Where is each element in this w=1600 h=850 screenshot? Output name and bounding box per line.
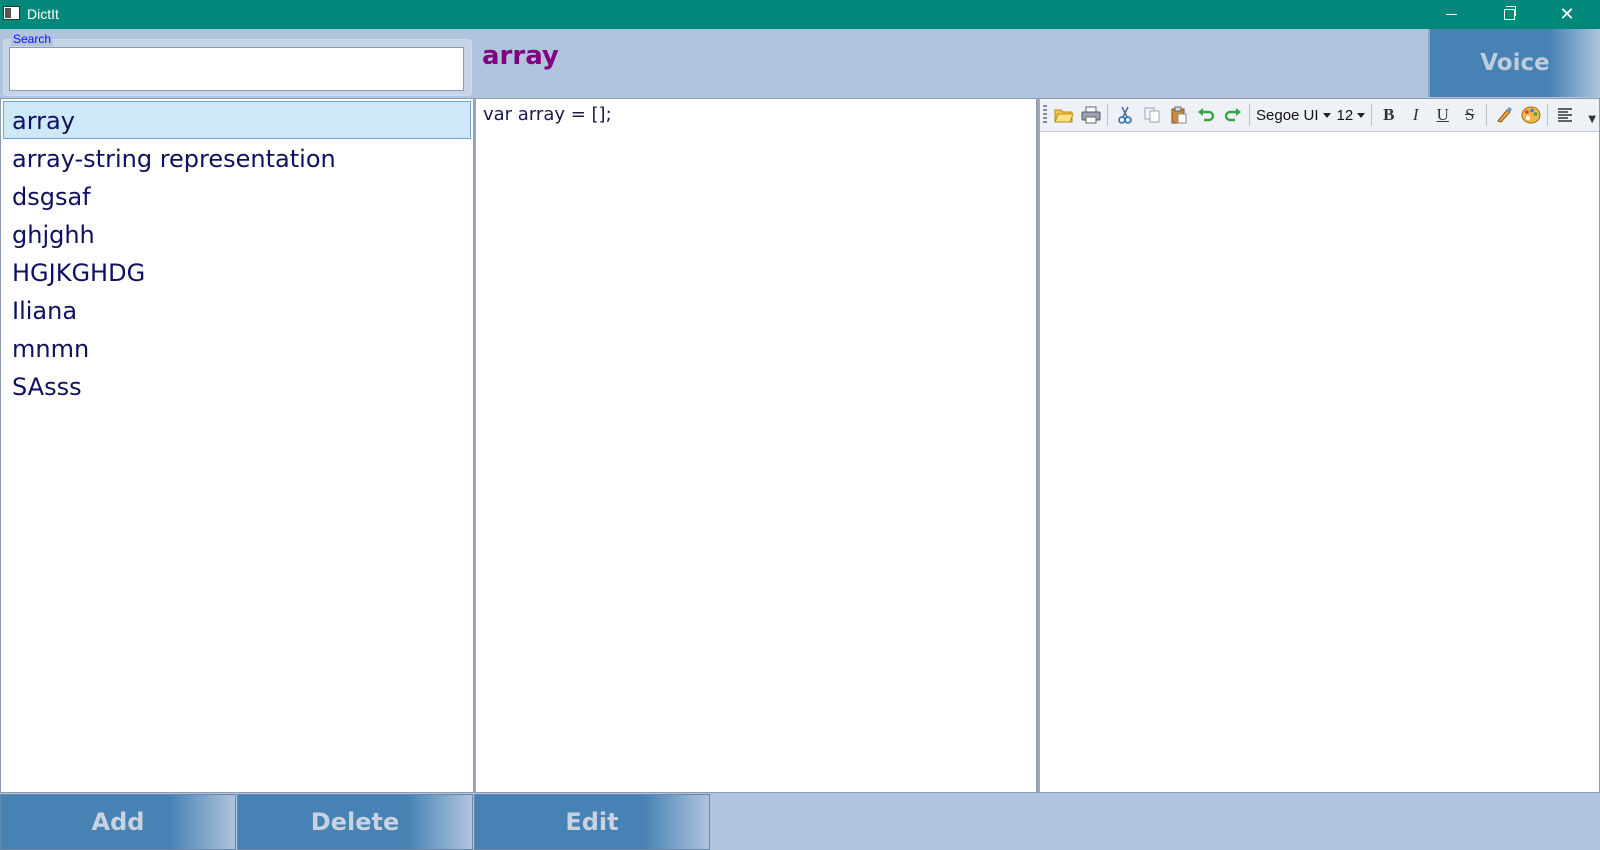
- entry-title: array: [482, 41, 559, 71]
- font-family-select[interactable]: Segoe UI: [1253, 103, 1334, 127]
- rich-text-editor[interactable]: Segoe UI 12 B I U S ▼: [1037, 98, 1600, 793]
- definition-panel[interactable]: var array = [];: [474, 98, 1037, 793]
- print-icon: [1081, 106, 1100, 124]
- list-item[interactable]: mnmn: [3, 329, 471, 367]
- overflow-icon[interactable]: ▼: [1588, 114, 1596, 125]
- redo-icon: [1224, 108, 1241, 122]
- list-item[interactable]: HGJKGHDG: [3, 253, 471, 291]
- copy-button[interactable]: [1138, 102, 1165, 128]
- cut-icon: [1117, 106, 1132, 124]
- app-icon: [3, 6, 20, 20]
- toolbar-separator: [1547, 104, 1549, 126]
- color-palette-icon: [1521, 106, 1541, 124]
- highlight-button[interactable]: [1490, 102, 1517, 128]
- search-group: Search: [3, 32, 472, 96]
- paste-icon: [1171, 106, 1186, 124]
- font-size-value: 12: [1336, 106, 1354, 124]
- window-title: DictIt: [27, 6, 59, 22]
- print-button[interactable]: [1077, 102, 1104, 128]
- close-icon: ✕: [1559, 3, 1575, 25]
- word-list-panel: array array-string representation dsgsaf…: [0, 98, 474, 793]
- toolbar-separator: [1249, 104, 1250, 126]
- align-button[interactable]: [1551, 102, 1578, 128]
- title-bar: DictIt ✕: [0, 0, 1600, 29]
- minimize-icon: [1445, 14, 1457, 15]
- undo-button[interactable]: [1192, 102, 1219, 128]
- align-icon: [1557, 108, 1572, 122]
- close-button[interactable]: ✕: [1538, 0, 1596, 29]
- toolbar-separator: [1107, 104, 1108, 126]
- cut-button[interactable]: [1111, 102, 1138, 128]
- open-icon: [1053, 109, 1074, 123]
- color-button[interactable]: [1517, 102, 1544, 128]
- font-size-select[interactable]: 12: [1334, 103, 1369, 127]
- editor-toolbar: Segoe UI 12 B I U S ▼: [1040, 99, 1599, 132]
- list-item[interactable]: dsgsaf: [3, 177, 471, 215]
- toolbar-separator: [1371, 104, 1373, 126]
- toolbar-separator: [1486, 104, 1488, 126]
- redo-button[interactable]: [1219, 102, 1246, 128]
- search-input[interactable]: [9, 47, 464, 91]
- restore-icon: [1503, 6, 1516, 20]
- list-item[interactable]: array: [3, 101, 471, 139]
- bold-button[interactable]: B: [1375, 102, 1402, 128]
- highlight-icon: [1496, 107, 1512, 123]
- chevron-down-icon: [1322, 112, 1331, 118]
- edit-button[interactable]: Edit: [474, 794, 710, 850]
- maximize-button[interactable]: [1480, 0, 1538, 29]
- word-list: array array-string representation dsgsaf…: [1, 99, 473, 405]
- undo-icon: [1197, 108, 1214, 122]
- strikethrough-button[interactable]: S: [1456, 102, 1483, 128]
- toolbar-grip-icon[interactable]: [1043, 105, 1047, 125]
- search-label: Search: [11, 32, 54, 46]
- delete-button[interactable]: Delete: [237, 794, 473, 850]
- italic-button[interactable]: I: [1402, 102, 1429, 128]
- list-item[interactable]: Iliana: [3, 291, 471, 329]
- underline-button[interactable]: U: [1429, 102, 1456, 128]
- chevron-down-icon: [1357, 112, 1366, 118]
- open-button[interactable]: [1050, 102, 1077, 128]
- list-item[interactable]: array-string representation: [3, 139, 471, 177]
- font-family-value: Segoe UI: [1256, 106, 1319, 124]
- add-button[interactable]: Add: [0, 794, 236, 850]
- definition-text: var array = [];: [483, 104, 612, 125]
- list-item[interactable]: ghjghh: [3, 215, 471, 253]
- list-item[interactable]: SAsss: [3, 367, 471, 405]
- copy-icon: [1144, 107, 1159, 123]
- minimize-button[interactable]: [1422, 0, 1480, 29]
- paste-button[interactable]: [1165, 102, 1192, 128]
- voice-button[interactable]: Voice: [1428, 29, 1600, 97]
